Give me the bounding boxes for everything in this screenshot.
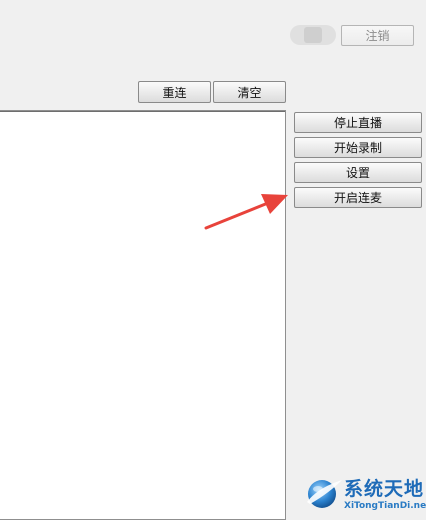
start-recording-button[interactable]: 开始录制: [294, 137, 422, 158]
watermark-logo: 系统天地 XiTongTianDi.net: [304, 472, 426, 515]
clear-button[interactable]: 清空: [213, 81, 286, 103]
stop-live-button[interactable]: 停止直播: [294, 112, 422, 133]
enable-co-host-button[interactable]: 开启连麦: [294, 187, 422, 208]
watermark-title: 系统天地: [344, 478, 425, 500]
globe-logo-icon: [307, 480, 342, 508]
avatar-icon: [304, 27, 322, 43]
reconnect-button[interactable]: 重连: [138, 81, 211, 103]
watermark-site: XiTongTianDi.net: [344, 501, 426, 511]
chat-log-panel[interactable]: [0, 110, 286, 520]
logout-button[interactable]: 注销: [341, 25, 414, 46]
settings-button[interactable]: 设置: [294, 162, 422, 183]
avatar-toggle[interactable]: [290, 25, 336, 45]
